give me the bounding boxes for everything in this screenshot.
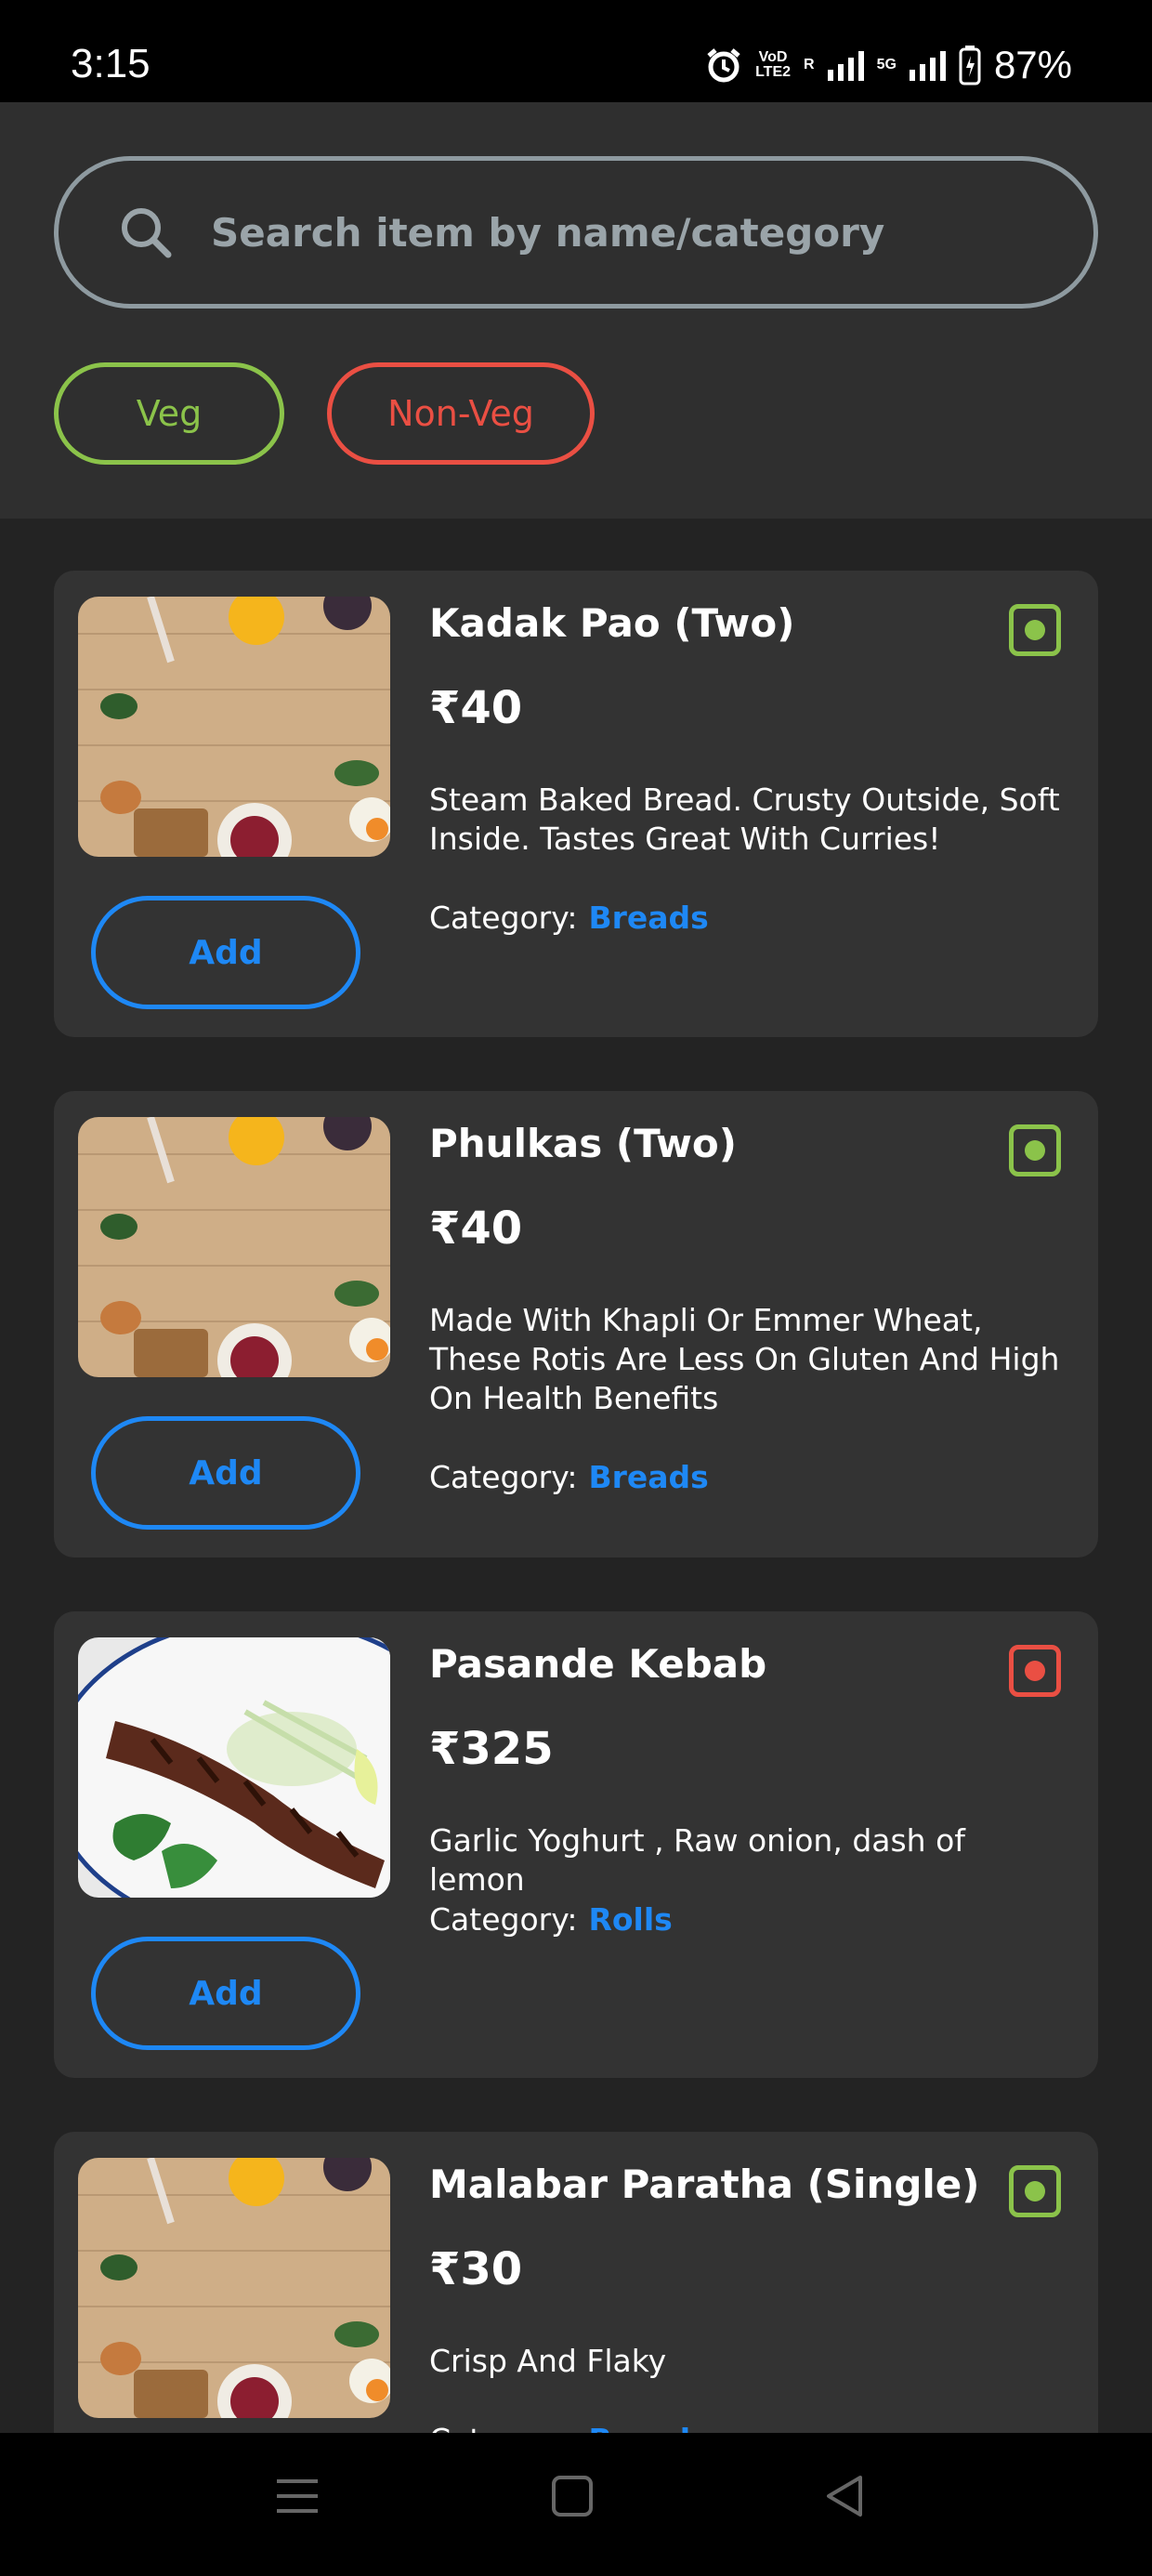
veg-indicator-icon — [1009, 1124, 1061, 1176]
network-5g-label: 5G — [876, 57, 897, 72]
category-label: Category: — [429, 1901, 578, 1938]
category-label: Category: — [429, 900, 578, 936]
item-name: Phulkas (Two) — [429, 1121, 737, 1166]
home-icon[interactable] — [550, 2474, 595, 2518]
item-category: Category: Breads — [429, 2422, 709, 2433]
menu-item-card: Add Pasande Kebab ₹325 Garlic Yoghurt , … — [54, 1611, 1098, 2078]
system-nav-bar — [0, 2433, 1152, 2576]
item-category: Category: Breads — [429, 900, 709, 936]
item-price: ₹325 — [429, 1723, 554, 1775]
item-price: ₹40 — [429, 682, 523, 734]
battery-percent: 87% — [993, 43, 1072, 86]
item-name: Malabar Paratha (Single) — [429, 2162, 980, 2207]
food-flatlay-image — [78, 597, 390, 857]
add-button[interactable]: Add — [91, 896, 360, 1009]
menu-item-list[interactable]: Add Kadak Pao (Two) ₹40 Steam Baked Brea… — [0, 519, 1152, 2433]
back-icon[interactable] — [823, 2474, 868, 2518]
search-icon — [122, 208, 172, 258]
veg-filter-chip[interactable]: Veg — [54, 362, 284, 465]
item-name: Pasande Kebab — [429, 1641, 767, 1687]
battery-icon — [959, 46, 981, 85]
signal-icon — [827, 49, 864, 81]
item-description: Garlic Yoghurt , Raw onion, dash of lemo… — [429, 1822, 965, 1898]
non-veg-filter-chip[interactable]: Non-Veg — [327, 362, 595, 465]
alarm-icon — [707, 48, 740, 83]
item-price: ₹30 — [429, 2243, 523, 2295]
status-icons: VoD LTE2 R 5G 87% — [705, 37, 1072, 93]
item-category: Category: Rolls — [429, 1901, 673, 1938]
status-time: 3:15 — [71, 41, 151, 86]
kebab-plate-image — [78, 1637, 390, 1898]
add-button[interactable]: Add — [91, 1937, 360, 2050]
item-price: ₹40 — [429, 1203, 523, 1255]
menu-item-card: Add Phulkas (Two) ₹40 Made With Khapli O… — [54, 1091, 1098, 1557]
menu-item-card: Add Malabar Paratha (Single) ₹30 Crisp A… — [54, 2132, 1098, 2433]
search-header: Search item by name/category Veg Non-Veg — [0, 102, 1152, 519]
item-description: Crisp And Flaky — [429, 2343, 667, 2379]
status-bar: 3:15 VoD LTE2 R 5G 87% — [0, 0, 1152, 102]
category-value: Rolls — [588, 1901, 673, 1938]
item-description: Steam Baked Bread. Crusty Outside, Soft … — [429, 782, 1060, 857]
search-input[interactable]: Search item by name/category — [54, 156, 1098, 309]
item-description: Made With Khapli Or Emmer Wheat, These R… — [429, 1302, 1060, 1416]
search-placeholder: Search item by name/category — [211, 209, 885, 256]
category-label: Category: — [429, 2422, 577, 2433]
veg-indicator-icon — [1009, 2165, 1061, 2217]
item-category: Category: Breads — [429, 1459, 709, 1495]
category-value: Breads — [588, 900, 709, 936]
category-value: Breads — [588, 2422, 708, 2433]
roaming-indicator: R — [804, 57, 815, 72]
food-flatlay-image — [78, 1117, 390, 1377]
food-flatlay-image — [78, 2158, 390, 2418]
item-name: Kadak Pao (Two) — [429, 600, 795, 646]
non-veg-indicator-icon — [1009, 1645, 1061, 1697]
add-button[interactable]: Add — [91, 1416, 360, 1530]
network-label: VoD LTE2 — [755, 49, 792, 80]
category-value: Breads — [588, 1459, 709, 1495]
menu-item-card: Add Kadak Pao (Two) ₹40 Steam Baked Brea… — [54, 571, 1098, 1037]
signal-5g-icon — [909, 49, 946, 81]
category-label: Category: — [429, 1459, 578, 1495]
veg-indicator-icon — [1009, 604, 1061, 656]
menu-icon[interactable] — [275, 2474, 320, 2518]
